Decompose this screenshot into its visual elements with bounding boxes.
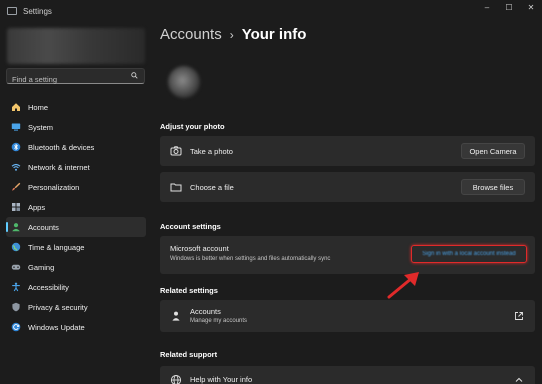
take-photo-label: Take a photo bbox=[190, 147, 233, 156]
accessibility-icon bbox=[11, 282, 21, 292]
chevron-right-icon: › bbox=[229, 27, 234, 42]
gaming-icon bbox=[11, 262, 21, 272]
main-content: Accounts › Your info Adjust your photo T… bbox=[160, 22, 535, 384]
bluetooth-icon bbox=[11, 142, 21, 152]
sidebar-item-label: Accounts bbox=[28, 222, 59, 232]
window-title: Settings bbox=[23, 6, 52, 16]
section-title-adjust-photo: Adjust your photo bbox=[160, 122, 225, 131]
sidebar-item-label: Bluetooth & devices bbox=[28, 142, 95, 152]
folder-icon bbox=[170, 181, 182, 193]
settings-app-icon bbox=[7, 7, 17, 15]
close-button[interactable]: ✕ bbox=[520, 0, 542, 14]
related-accounts-description: Manage my accounts bbox=[190, 318, 248, 324]
related-accounts-label: Accounts bbox=[190, 307, 221, 316]
take-photo-card: Take a photo Open Camera bbox=[160, 136, 535, 166]
window-controls: – ☐ ✕ bbox=[476, 0, 542, 14]
sidebar-item-network[interactable]: Network & internet bbox=[6, 157, 146, 177]
chevron-up-icon[interactable] bbox=[513, 374, 525, 384]
user-profile-card[interactable] bbox=[7, 28, 145, 64]
related-accounts-card[interactable]: Accounts Manage my accounts bbox=[160, 300, 535, 332]
sidebar-item-label: Time & language bbox=[28, 242, 85, 252]
sidebar-item-label: Apps bbox=[28, 202, 46, 212]
minimize-button[interactable]: – bbox=[476, 0, 498, 14]
camera-icon bbox=[170, 145, 182, 157]
brush-icon bbox=[11, 182, 21, 192]
sidebar-item-apps[interactable]: Apps bbox=[6, 197, 146, 217]
section-title-related-settings: Related settings bbox=[160, 286, 218, 295]
shield-icon bbox=[11, 302, 21, 312]
microsoft-account-card: Microsoft account Windows is better when… bbox=[160, 236, 535, 274]
section-title-account-settings: Account settings bbox=[160, 222, 221, 231]
sidebar-item-accounts[interactable]: Accounts bbox=[6, 217, 146, 237]
microsoft-account-description: Windows is better when settings and file… bbox=[170, 256, 331, 262]
choose-file-label: Choose a file bbox=[190, 183, 234, 192]
home-icon bbox=[11, 102, 21, 112]
sidebar-item-gaming[interactable]: Gaming bbox=[6, 257, 146, 277]
globe-icon bbox=[170, 374, 182, 384]
browse-files-button[interactable]: Browse files bbox=[461, 179, 525, 195]
sidebar-item-windows-update[interactable]: Windows Update bbox=[6, 317, 146, 337]
sign-in-local-account-label: Sign in with a local account instead bbox=[422, 251, 516, 257]
sidebar-item-label: Privacy & security bbox=[28, 302, 88, 312]
sign-in-local-account-link[interactable]: Sign in with a local account instead bbox=[411, 245, 527, 263]
title-bar: Settings – ☐ ✕ bbox=[0, 0, 542, 22]
help-your-info-label: Help with Your info bbox=[190, 375, 253, 384]
sidebar-item-time-language[interactable]: Time & language bbox=[6, 237, 146, 257]
search-input[interactable] bbox=[7, 72, 127, 87]
choose-file-card: Choose a file Browse files bbox=[160, 172, 535, 202]
open-camera-button[interactable]: Open Camera bbox=[461, 143, 525, 159]
section-title-related-support: Related support bbox=[160, 350, 218, 359]
sidebar-item-label: Home bbox=[28, 102, 49, 112]
apps-icon bbox=[11, 202, 21, 212]
help-your-info-card[interactable]: Help with Your info bbox=[160, 366, 535, 384]
page-title: Your info bbox=[241, 26, 307, 43]
accounts-icon bbox=[11, 222, 21, 232]
sidebar-item-label: Accessibility bbox=[28, 282, 69, 292]
sidebar-item-system[interactable]: System bbox=[6, 117, 146, 137]
sidebar-item-label: Network & internet bbox=[28, 162, 90, 172]
globe-icon bbox=[11, 242, 21, 252]
update-icon bbox=[11, 322, 21, 332]
breadcrumb-parent[interactable]: Accounts bbox=[160, 26, 222, 43]
system-icon bbox=[11, 122, 21, 132]
sidebar-item-label: System bbox=[28, 122, 54, 132]
sidebar-item-label: Windows Update bbox=[28, 322, 85, 332]
annotation-arrow-icon bbox=[387, 272, 419, 299]
accounts-group-icon bbox=[170, 310, 182, 322]
sidebar-nav: Home System Bluetooth & devices Network … bbox=[6, 97, 146, 337]
sidebar-item-home[interactable]: Home bbox=[6, 97, 146, 117]
microsoft-account-label: Microsoft account bbox=[170, 244, 229, 253]
sidebar-item-label: Gaming bbox=[28, 262, 55, 272]
sidebar: Home System Bluetooth & devices Network … bbox=[0, 22, 150, 384]
sidebar-item-personalization[interactable]: Personalization bbox=[6, 177, 146, 197]
sidebar-item-privacy-security[interactable]: Privacy & security bbox=[6, 297, 146, 317]
maximize-button[interactable]: ☐ bbox=[498, 0, 520, 14]
wifi-icon bbox=[11, 162, 21, 172]
search-box[interactable] bbox=[6, 68, 145, 87]
breadcrumb: Accounts › Your info bbox=[160, 26, 306, 43]
search-icon[interactable] bbox=[131, 72, 138, 79]
sidebar-item-label: Personalization bbox=[28, 182, 80, 192]
sidebar-item-accessibility[interactable]: Accessibility bbox=[6, 277, 146, 297]
avatar bbox=[168, 66, 200, 98]
open-external-icon[interactable] bbox=[513, 310, 525, 322]
sidebar-item-bluetooth[interactable]: Bluetooth & devices bbox=[6, 137, 146, 157]
